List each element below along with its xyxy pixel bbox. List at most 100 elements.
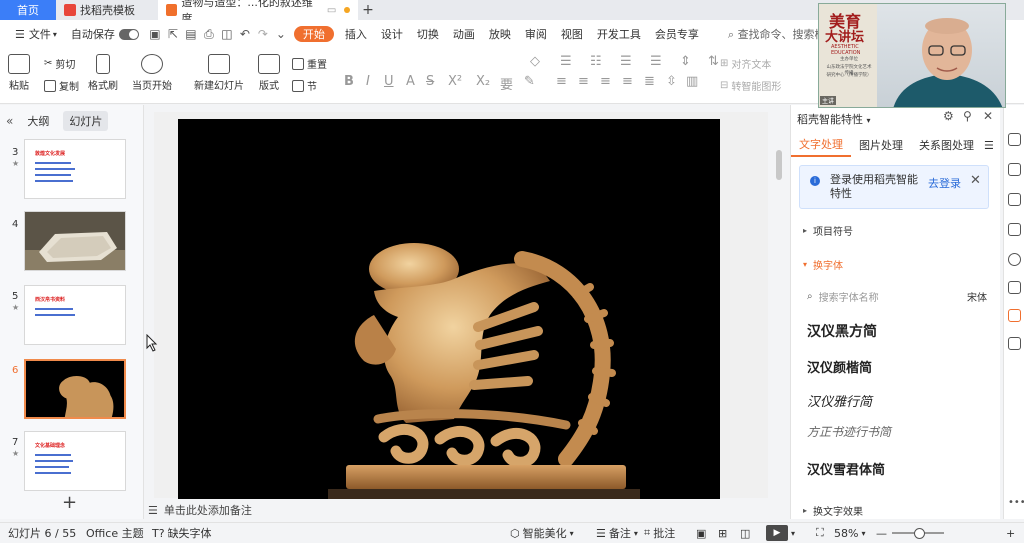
autosave-toggle[interactable]: 自动保存 [64, 20, 146, 48]
menu-developer[interactable]: 开发工具 [590, 20, 648, 48]
menu-transition[interactable]: 切换 [410, 20, 446, 48]
menu-insert[interactable]: 插入 [338, 20, 374, 48]
tab-image-processing[interactable]: 图片处理 [851, 133, 911, 157]
menu-slideshow[interactable]: 放映 [482, 20, 518, 48]
format-painter-button[interactable]: 格式刷 [88, 54, 118, 92]
tab-text-processing[interactable]: 文字处理 [791, 133, 851, 157]
font-option-4[interactable]: 方正书迹行书简 [807, 423, 891, 440]
align-center-icon[interactable]: ≡ [578, 74, 589, 89]
superscript-button[interactable]: X² [448, 74, 462, 89]
add-slide-icon[interactable]: + [62, 492, 77, 513]
help-icon[interactable] [1008, 253, 1021, 266]
panel-menu-icon[interactable]: ☰ [982, 133, 996, 157]
print-preview-icon[interactable]: ◫ [218, 25, 236, 43]
play-slideshow-button[interactable]: ▶ ▾ [766, 525, 795, 541]
menu-animation[interactable]: 动画 [446, 20, 482, 48]
menu-view[interactable]: 视图 [554, 20, 590, 48]
login-link[interactable]: 去登录 [928, 175, 961, 191]
new-slide-button[interactable]: 新建幻灯片 [194, 54, 244, 92]
highlight-button[interactable]: ✎ [524, 74, 535, 89]
undo-icon[interactable]: ↶ [236, 25, 254, 43]
line-spacing-icon[interactable]: ⇕ [680, 54, 691, 69]
export-icon[interactable]: ⇱ [164, 25, 182, 43]
save-icon[interactable]: ▣ [146, 25, 164, 43]
columns-icon[interactable]: ▥ [686, 74, 698, 89]
align-left-icon[interactable]: ≡ [556, 74, 567, 89]
distribute-icon[interactable]: ≣ [644, 74, 655, 89]
section-button[interactable]: 节 [292, 78, 317, 93]
smart-feature-icon[interactable] [1008, 309, 1021, 322]
sliders-icon[interactable] [1008, 163, 1021, 176]
copy-button[interactable]: 复制 [44, 78, 79, 93]
canvas-scrollbar[interactable] [775, 112, 783, 512]
normal-view-icon[interactable]: ▣ [696, 527, 706, 540]
menu-member[interactable]: 会员专享 [648, 20, 706, 48]
section-text-effect[interactable]: ▸ 换文字效果 [803, 503, 863, 518]
indent-icon[interactable]: ☰ [620, 54, 632, 69]
para-spacing-icon[interactable]: ⇳ [666, 74, 677, 89]
close-icon[interactable]: ✕ [983, 109, 993, 123]
more-dots-icon[interactable]: ••• [1008, 497, 1024, 508]
print-icon[interactable]: ⎙ [200, 25, 218, 43]
pin-icon[interactable]: ⚲ [963, 109, 972, 123]
slide-thumbnail-5[interactable]: 西汉帛书资料 [24, 285, 126, 345]
tab-diagram-processing[interactable]: 关系图处理 [911, 133, 982, 157]
tab-document[interactable]: 造物与造型：...化的叙述维度 ▭ [158, 0, 358, 25]
font-search-input[interactable]: ⌕ 搜索字体名称 宋体 [807, 289, 987, 304]
zoom-slider[interactable] [892, 528, 944, 539]
zoom-in-icon[interactable]: + [1006, 527, 1015, 540]
slide-canvas[interactable] [154, 112, 768, 499]
slide-thumbnail-3[interactable]: 敦煌文化发展 [24, 139, 126, 199]
bold-button[interactable]: B [344, 74, 354, 89]
notes-button[interactable]: ☰ 备注 ▾ [596, 525, 638, 541]
redo-icon[interactable]: ↷ [254, 25, 272, 43]
current-slide[interactable] [178, 119, 720, 499]
fit-window-icon[interactable]: ⛶ [816, 526, 824, 540]
cut-button[interactable]: ✂ 剪切 [44, 56, 75, 71]
slide-thumbnail-4[interactable] [24, 211, 126, 271]
text-effect-button[interactable]: 要 [500, 74, 513, 93]
text-direction-icon[interactable]: ⇅ [708, 54, 719, 69]
strikethrough-button[interactable]: S [426, 74, 434, 89]
theme-name[interactable]: Office 主题 [86, 525, 144, 541]
screen-icon[interactable]: ▭ [327, 5, 336, 16]
font-option-5[interactable]: 汉仪雪君体简 [807, 459, 885, 478]
align-right-icon[interactable]: ≡ [600, 74, 611, 89]
menu-file[interactable]: ☰ 文件 ▾ [8, 20, 64, 48]
share-icon[interactable] [1008, 281, 1021, 294]
font-color-button[interactable]: A [406, 74, 415, 89]
subscript-button[interactable]: X₂ [476, 74, 490, 89]
smart-beautify-button[interactable]: ⬡ 智能美化 ▾ [510, 525, 574, 541]
menu-start[interactable]: 开始 [293, 26, 334, 42]
close-banner-icon[interactable]: ✕ [970, 173, 981, 188]
menu-design[interactable]: 设计 [374, 20, 410, 48]
convert-smartart-button[interactable]: ⊟ 转智能图形 [720, 78, 781, 93]
pin-tool-icon[interactable] [1008, 193, 1021, 206]
more-icon[interactable]: ⌄ [272, 25, 290, 43]
eraser-icon[interactable]: ◇ [530, 54, 540, 69]
play-from-current-button[interactable]: 当页开始 [132, 54, 172, 92]
section-change-font[interactable]: ▾ 换字体 [803, 257, 843, 272]
zoom-out-icon[interactable]: — [876, 527, 887, 540]
section-bullets[interactable]: ▸ 项目符号 [803, 223, 853, 238]
bullets-icon[interactable]: ☰ [560, 54, 572, 69]
rocket-icon[interactable] [1008, 133, 1021, 146]
paste-button[interactable]: 粘贴 [8, 54, 30, 92]
scrollbar-thumb[interactable] [776, 150, 782, 180]
underline-button[interactable]: U [384, 74, 394, 89]
notes-area[interactable]: ☰ 单击此处添加备注 [146, 500, 778, 520]
slide-thumbnail-7[interactable]: 文化基础理念 [24, 431, 126, 491]
outdent-icon[interactable]: ☰ [650, 54, 662, 69]
toggle-switch[interactable] [118, 28, 139, 40]
font-option-3[interactable]: 汉仪雅行简 [807, 391, 872, 410]
tab-home[interactable]: 首页 [0, 0, 56, 20]
justify-icon[interactable]: ≡ [622, 74, 633, 89]
zoom-level[interactable]: 58% ▾ [834, 527, 865, 540]
reset-button[interactable]: 重置 [292, 56, 327, 71]
layout-button[interactable]: 版式 [258, 54, 280, 92]
pdf-icon[interactable]: ▤ [182, 25, 200, 43]
align-text-button[interactable]: ⊞ 对齐文本 [720, 56, 771, 71]
tab-outline[interactable]: 大纲 [21, 111, 55, 131]
grid-view-icon[interactable]: ⊞ [718, 527, 727, 540]
comments-button[interactable]: ⌗ 批注 [644, 525, 675, 541]
